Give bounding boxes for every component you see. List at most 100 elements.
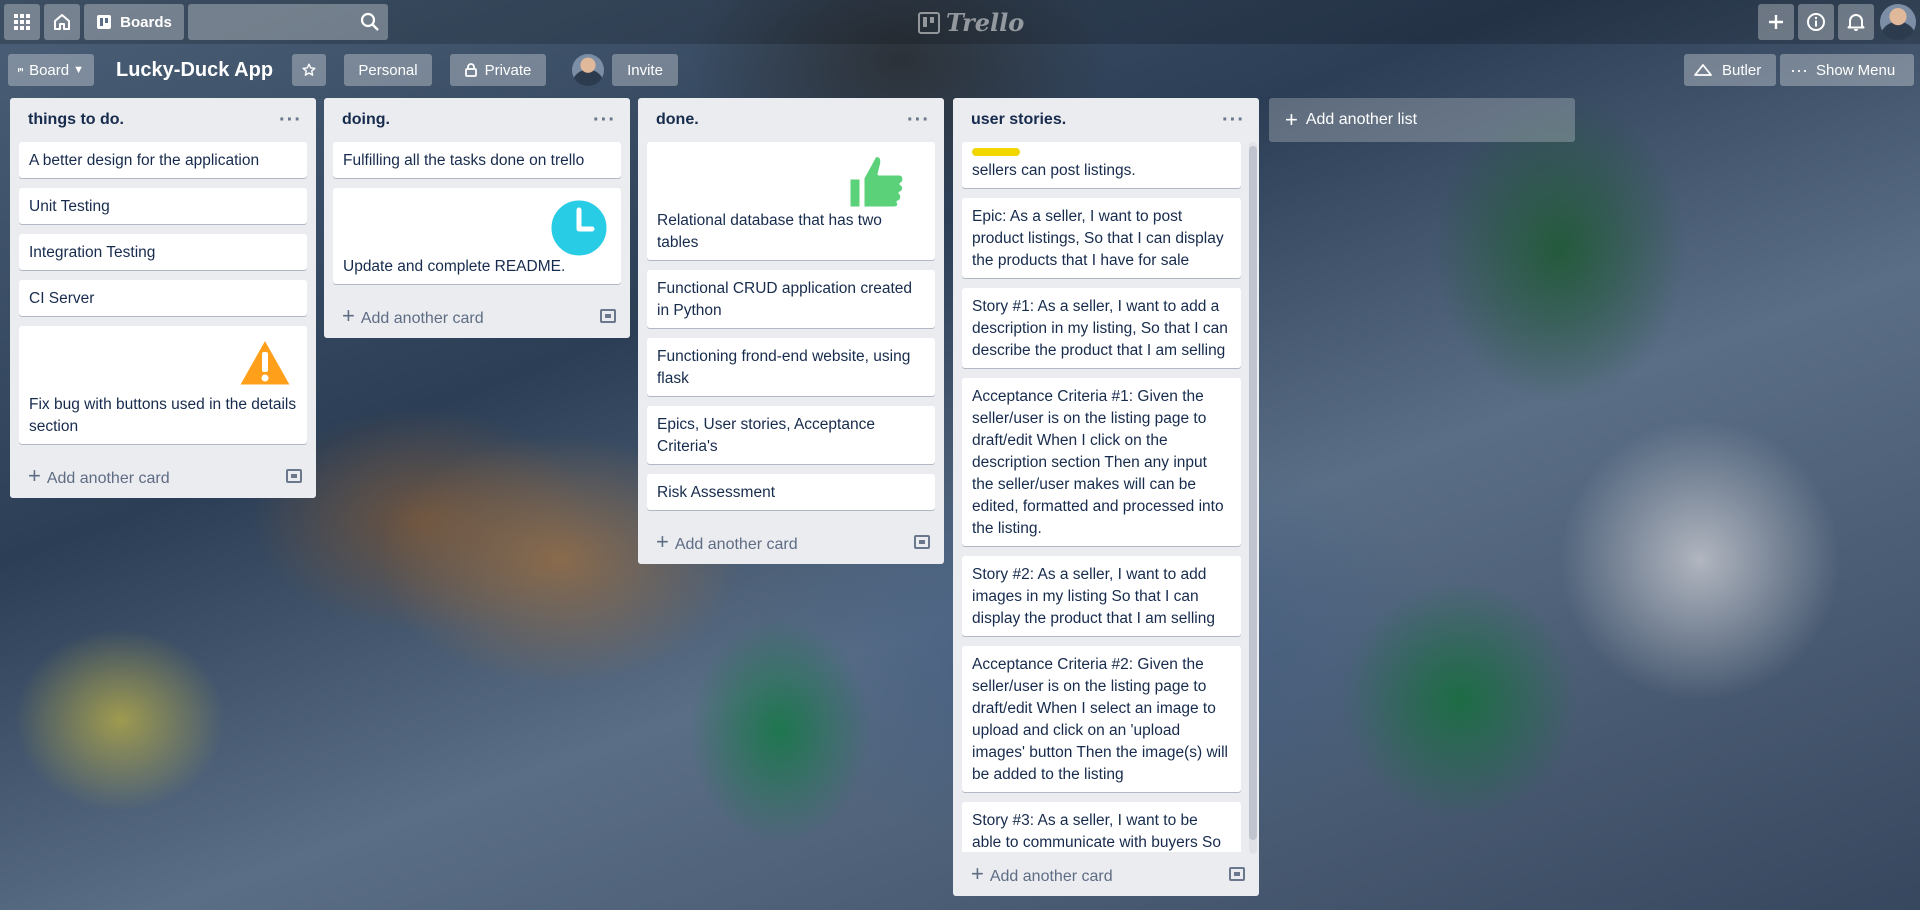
- board-title[interactable]: Lucky-Duck App: [116, 54, 273, 86]
- plus-icon: +: [28, 463, 41, 488]
- card[interactable]: Integration Testing: [19, 234, 307, 270]
- add-card-button[interactable]: + Add another card: [324, 294, 630, 338]
- star-board-button[interactable]: [292, 54, 326, 86]
- card-title: Relational database that has two tables: [657, 212, 882, 251]
- show-menu-button[interactable]: ··· Show Menu: [1780, 54, 1914, 86]
- card[interactable]: Epic: As a seller, I want to post produc…: [962, 198, 1241, 278]
- list-menu-icon[interactable]: ···: [593, 110, 616, 130]
- card-template-icon[interactable]: [286, 469, 302, 483]
- chevron-down-icon: ▼: [73, 64, 84, 76]
- bell-icon: [1847, 14, 1865, 31]
- card[interactable]: Functional CRUD application created in P…: [647, 270, 935, 328]
- card-template-icon[interactable]: [600, 309, 616, 323]
- card-title: Epic: As a seller, I want to post produc…: [972, 208, 1224, 269]
- card[interactable]: CI Server: [19, 280, 307, 316]
- plus-icon: [1769, 15, 1783, 29]
- boards-button[interactable]: Boards: [84, 4, 184, 40]
- create-button[interactable]: [1758, 4, 1794, 40]
- star-icon: [302, 63, 316, 76]
- search-input[interactable]: [188, 4, 388, 40]
- apps-grid-icon: [14, 14, 30, 30]
- home-icon: [54, 14, 70, 30]
- team-button[interactable]: Personal: [344, 54, 432, 86]
- add-card-button[interactable]: + Add another card: [638, 520, 944, 564]
- board-member-avatar[interactable]: [572, 54, 604, 86]
- visibility-label: Private: [484, 61, 532, 79]
- list-menu-icon[interactable]: ···: [907, 110, 930, 130]
- butler-button[interactable]: Butler: [1684, 54, 1776, 86]
- card-title: Unit Testing: [29, 198, 110, 215]
- list-title[interactable]: user stories.: [971, 111, 1066, 129]
- list-title[interactable]: done.: [656, 111, 699, 129]
- card[interactable]: Fix bug with buttons used in the details…: [19, 326, 307, 444]
- list-scrollbar[interactable]: [1249, 142, 1257, 854]
- card[interactable]: sellers can post listings.: [962, 142, 1241, 188]
- list-doing: doing. ··· Fulfilling all the tasks done…: [324, 98, 630, 338]
- card-title: Story #3: As a seller, I want to be able…: [972, 812, 1221, 851]
- trello-logo[interactable]: Trello: [918, 8, 1024, 37]
- card[interactable]: Fulfilling all the tasks done on trello: [333, 142, 621, 178]
- add-card-label: Add another card: [360, 310, 484, 327]
- thumbs-up-sticker-icon: [847, 154, 906, 210]
- invite-button[interactable]: Invite: [612, 54, 678, 86]
- card-title: Integration Testing: [29, 244, 156, 261]
- card-label-yellow: [972, 148, 1020, 156]
- butler-label: Butler: [1722, 61, 1762, 79]
- list-title[interactable]: doing.: [342, 111, 390, 129]
- boards-icon: [97, 15, 112, 29]
- board-view-switcher[interactable]: Board ▼: [8, 54, 94, 86]
- add-card-label: Add another card: [46, 470, 170, 487]
- trello-logo-text: Trello: [946, 8, 1025, 37]
- plus-icon: +: [1285, 107, 1298, 132]
- card-title: sellers can post listings.: [972, 162, 1136, 179]
- card-title: Epics, User stories, Acceptance Criteria…: [657, 416, 875, 455]
- board-view-icon: [18, 68, 24, 72]
- trello-logo-icon: [918, 11, 940, 34]
- apps-grid-button[interactable]: [4, 4, 40, 40]
- card-template-icon[interactable]: [914, 535, 930, 549]
- card[interactable]: Relational database that has two tables: [647, 142, 935, 260]
- add-list-button[interactable]: + Add another list: [1269, 98, 1575, 142]
- list-menu-icon[interactable]: ···: [279, 110, 302, 130]
- add-card-button[interactable]: + Add another card: [10, 454, 316, 498]
- card-title: Fix bug with buttons used in the details…: [29, 396, 297, 435]
- list-done: done. ··· Relational database that has t…: [638, 98, 944, 564]
- card[interactable]: Update and complete README.: [333, 188, 621, 284]
- card[interactable]: Story #2: As a seller, I want to add ima…: [962, 556, 1241, 636]
- plus-icon: +: [971, 861, 984, 886]
- add-card-label: Add another card: [674, 536, 798, 553]
- list-menu-icon[interactable]: ···: [1222, 110, 1245, 130]
- card-template-icon[interactable]: [1229, 867, 1245, 881]
- add-card-button[interactable]: + Add another card: [953, 852, 1259, 896]
- card-title: CI Server: [29, 290, 95, 307]
- show-menu-label: Show Menu: [1815, 61, 1896, 79]
- list-things-to-do: things to do. ··· A better design for th…: [10, 98, 316, 498]
- card[interactable]: Epics, User stories, Acceptance Criteria…: [647, 406, 935, 464]
- card[interactable]: A better design for the application: [19, 142, 307, 178]
- member-avatar[interactable]: [1880, 4, 1916, 40]
- card[interactable]: Acceptance Criteria #1: Given the seller…: [962, 378, 1241, 546]
- card-title: Fulfilling all the tasks done on trello: [343, 152, 585, 169]
- card-title: Story #1: As a seller, I want to add a d…: [972, 298, 1228, 359]
- board-view-label: Board: [29, 61, 70, 79]
- search-icon: [360, 12, 379, 31]
- list-user-stories: user stories. ··· sellers can post listi…: [953, 98, 1259, 896]
- top-navigation-bar: Boards Trello: [0, 0, 1920, 44]
- notifications-button[interactable]: [1838, 4, 1874, 40]
- scrollbar-thumb[interactable]: [1249, 146, 1257, 840]
- team-label: Personal: [358, 61, 418, 79]
- card[interactable]: Unit Testing: [19, 188, 307, 224]
- card[interactable]: Acceptance Criteria #2: Given the seller…: [962, 646, 1241, 792]
- butler-icon: [1694, 64, 1712, 76]
- list-title[interactable]: things to do.: [28, 111, 124, 129]
- info-icon: [1807, 13, 1825, 31]
- information-button[interactable]: [1798, 4, 1834, 40]
- warning-sticker-icon: [236, 336, 294, 388]
- card[interactable]: Story #3: As a seller, I want to be able…: [962, 802, 1241, 852]
- card[interactable]: Functioning frond-end website, using fla…: [647, 338, 935, 396]
- home-button[interactable]: [44, 4, 80, 40]
- more-dots-icon: ···: [1790, 59, 1808, 80]
- visibility-button[interactable]: Private: [450, 54, 546, 86]
- card[interactable]: Story #1: As a seller, I want to add a d…: [962, 288, 1241, 368]
- card[interactable]: Risk Assessment: [647, 474, 935, 510]
